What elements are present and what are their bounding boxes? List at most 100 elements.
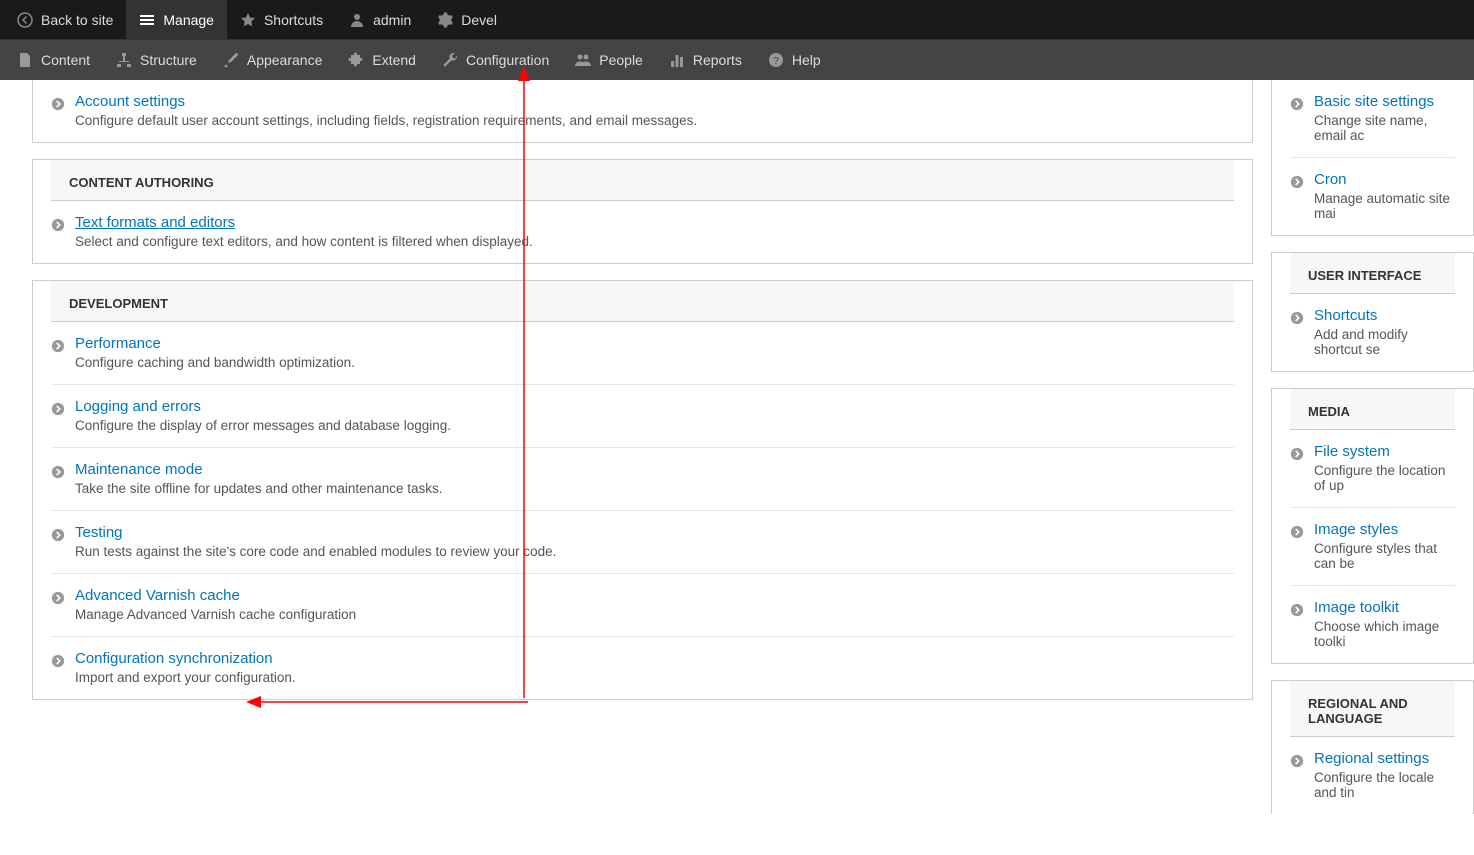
config-item: Regional settings Configure the locale a… xyxy=(1290,737,1455,814)
devel-label: Devel xyxy=(461,12,497,28)
panel-people: Account settings Configure default user … xyxy=(32,80,1253,143)
toolbar-top: Back to site Manage Shortcuts admin Deve… xyxy=(0,0,1474,40)
panel-user-interface: USER INTERFACE Shortcuts Add and modify … xyxy=(1271,252,1474,372)
wrench-icon xyxy=(442,52,458,68)
chevron-right-icon xyxy=(51,402,65,416)
panel-media: MEDIA File system Configure the location… xyxy=(1271,388,1474,664)
config-item-link[interactable]: Advanced Varnish cache xyxy=(75,587,240,604)
chevron-right-icon xyxy=(51,528,65,542)
config-item-link[interactable]: Account settings xyxy=(75,93,185,110)
panel-system: Basic site settings Change site name, em… xyxy=(1271,80,1474,236)
config-item-link[interactable]: Performance xyxy=(75,335,161,352)
nav-configuration[interactable]: Configuration xyxy=(429,40,562,80)
page-body: Account settings Configure default user … xyxy=(0,80,1474,830)
nav-structure[interactable]: Structure xyxy=(103,40,210,80)
config-item-desc: Select and configure text editors, and h… xyxy=(75,234,1234,249)
config-item: Cron Manage automatic site mai xyxy=(1290,158,1455,235)
admin-label: admin xyxy=(373,12,411,28)
nav-reports[interactable]: Reports xyxy=(656,40,755,80)
config-item-desc: Configure caching and bandwidth optimiza… xyxy=(75,355,1234,370)
config-item: Basic site settings Change site name, em… xyxy=(1290,80,1455,158)
shortcuts-label: Shortcuts xyxy=(264,12,323,28)
config-item-desc: Add and modify shortcut se xyxy=(1314,327,1455,357)
config-item-link[interactable]: Image styles xyxy=(1314,521,1398,538)
chevron-right-icon xyxy=(51,97,65,111)
nav-people-label: People xyxy=(599,52,643,68)
nav-extend[interactable]: Extend xyxy=(335,40,429,80)
chevron-right-icon xyxy=(51,591,65,605)
chevron-right-icon xyxy=(1290,175,1304,189)
config-item-link[interactable]: Logging and errors xyxy=(75,398,201,415)
nav-help[interactable]: ? Help xyxy=(755,40,834,80)
side-column: Basic site settings Change site name, em… xyxy=(1271,80,1474,830)
config-item-link[interactable]: File system xyxy=(1314,443,1390,460)
chevron-right-icon xyxy=(51,218,65,232)
panel-header: CONTENT AUTHORING xyxy=(51,160,1234,201)
people-icon xyxy=(575,52,591,68)
back-to-site-button[interactable]: Back to site xyxy=(4,0,126,40)
config-item-desc: Import and export your configuration. xyxy=(75,670,1234,685)
nav-content[interactable]: Content xyxy=(4,40,103,80)
config-item: Maintenance mode Take the site offline f… xyxy=(51,448,1234,511)
config-item-desc: Run tests against the site's core code a… xyxy=(75,544,1234,559)
chevron-left-circle-icon xyxy=(17,12,33,28)
config-item-desc: Configure the display of error messages … xyxy=(75,418,1234,433)
panel-development: DEVELOPMENT Performance Configure cachin… xyxy=(32,280,1253,700)
chevron-right-icon xyxy=(1290,447,1304,461)
chevron-right-icon xyxy=(51,339,65,353)
chevron-right-icon xyxy=(51,654,65,668)
config-item-link[interactable]: Cron xyxy=(1314,171,1347,188)
config-item-desc: Configure the locale and tin xyxy=(1314,770,1455,800)
config-item-link[interactable]: Maintenance mode xyxy=(75,461,203,478)
nav-appearance-label: Appearance xyxy=(247,52,323,68)
shortcuts-button[interactable]: Shortcuts xyxy=(227,0,336,40)
config-item: Performance Configure caching and bandwi… xyxy=(51,322,1234,385)
config-item-link[interactable]: Image toolkit xyxy=(1314,599,1399,616)
gear-icon xyxy=(437,12,453,28)
user-icon xyxy=(349,12,365,28)
help-icon: ? xyxy=(768,52,784,68)
config-item-link[interactable]: Text formats and editors xyxy=(75,214,235,231)
barchart-icon xyxy=(669,52,685,68)
puzzle-icon xyxy=(348,52,364,68)
nav-appearance[interactable]: Appearance xyxy=(210,40,336,80)
config-item: Account settings Configure default user … xyxy=(51,80,1234,142)
chevron-right-icon xyxy=(1290,525,1304,539)
admin-user-button[interactable]: admin xyxy=(336,0,424,40)
nav-content-label: Content xyxy=(41,52,90,68)
star-icon xyxy=(240,12,256,28)
config-item-link[interactable]: Basic site settings xyxy=(1314,93,1434,110)
svg-text:?: ? xyxy=(773,56,779,67)
nav-reports-label: Reports xyxy=(693,52,742,68)
config-item-desc: Configure styles that can be xyxy=(1314,541,1455,571)
config-item-desc: Configure default user account settings,… xyxy=(75,113,1234,128)
nav-people[interactable]: People xyxy=(562,40,656,80)
toolbar-admin: Content Structure Appearance Extend Conf… xyxy=(0,40,1474,80)
config-item-link[interactable]: Testing xyxy=(75,524,123,541)
panel-content-authoring: CONTENT AUTHORING Text formats and edito… xyxy=(32,159,1253,264)
nav-structure-label: Structure xyxy=(140,52,197,68)
config-item: Image toolkit Choose which image toolki xyxy=(1290,586,1455,663)
back-to-site-label: Back to site xyxy=(41,12,113,28)
paintbrush-icon xyxy=(223,52,239,68)
panel-header: USER INTERFACE xyxy=(1290,253,1455,294)
config-item: Logging and errors Configure the display… xyxy=(51,385,1234,448)
manage-button[interactable]: Manage xyxy=(126,0,227,40)
config-item: Configuration synchronization Import and… xyxy=(51,637,1234,699)
config-item-link[interactable]: Shortcuts xyxy=(1314,307,1377,324)
chevron-right-icon xyxy=(1290,754,1304,768)
chevron-right-icon xyxy=(51,465,65,479)
nav-help-label: Help xyxy=(792,52,821,68)
panel-header: REGIONAL AND LANGUAGE xyxy=(1290,681,1455,737)
config-item-desc: Take the site offline for updates and ot… xyxy=(75,481,1234,496)
devel-button[interactable]: Devel xyxy=(424,0,510,40)
config-item: Text formats and editors Select and conf… xyxy=(51,201,1234,263)
manage-label: Manage xyxy=(163,12,214,28)
config-item-link[interactable]: Regional settings xyxy=(1314,750,1429,767)
config-item-link[interactable]: Configuration synchronization xyxy=(75,650,273,667)
chevron-right-icon xyxy=(1290,311,1304,325)
panel-header: DEVELOPMENT xyxy=(51,281,1234,322)
panel-regional-language: REGIONAL AND LANGUAGE Regional settings … xyxy=(1271,680,1474,814)
config-item-desc: Manage automatic site mai xyxy=(1314,191,1455,221)
config-item: Shortcuts Add and modify shortcut se xyxy=(1290,294,1455,371)
